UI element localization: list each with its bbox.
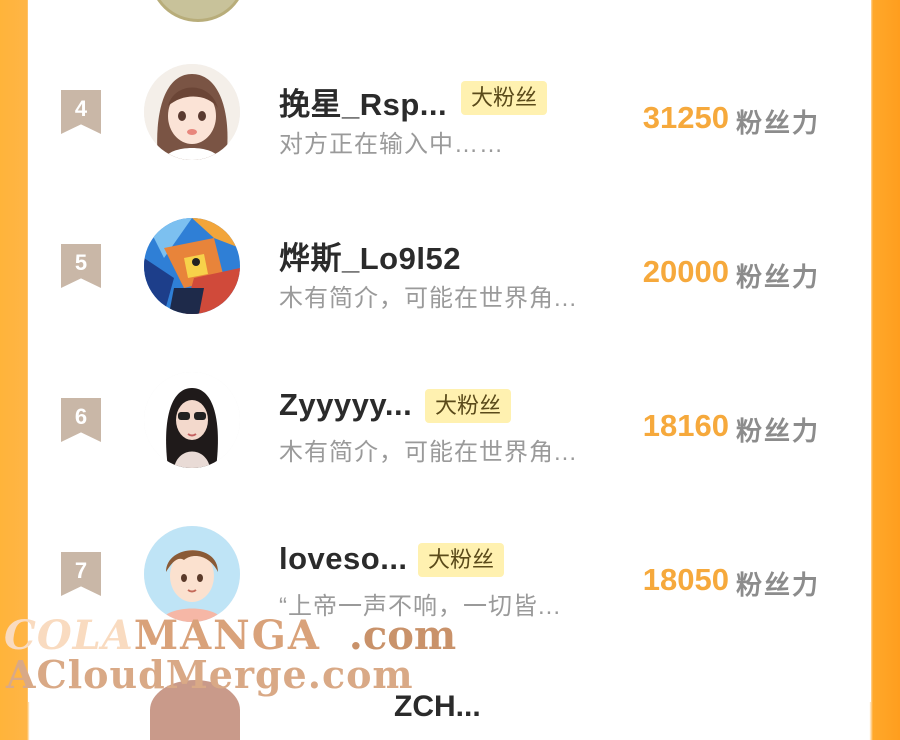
avatar-colorful-animal-icon bbox=[144, 218, 240, 314]
watermark-acloudmerge: ACloudMerge.com bbox=[6, 652, 414, 697]
fan-power-label: 粉丝力 bbox=[736, 108, 821, 138]
fan-power-score: 18050 bbox=[642, 562, 729, 597]
big-fan-badge: 大粉丝 bbox=[461, 81, 548, 115]
avatar-anime-girl-icon bbox=[144, 64, 240, 160]
user-name[interactable]: loveso... bbox=[279, 541, 408, 577]
user-bio: 木有简介，可能在世界角... bbox=[279, 439, 578, 466]
rank-tag: 4 bbox=[61, 90, 101, 134]
rank-tag: 5 bbox=[61, 244, 101, 288]
fan-power-label: 粉丝力 bbox=[736, 416, 821, 446]
avatar[interactable] bbox=[144, 372, 240, 468]
rank-tag: 6 bbox=[61, 398, 101, 442]
avatar[interactable] bbox=[144, 64, 240, 160]
rank-tag: 7 bbox=[61, 552, 101, 596]
avatar[interactable] bbox=[144, 218, 240, 314]
user-name[interactable]: 烨斯_Lo9l52 bbox=[279, 233, 461, 278]
fan-power-score: 31250 bbox=[642, 100, 729, 135]
avatar-anime-boy-icon bbox=[144, 526, 240, 622]
fan-power-label: 粉丝力 bbox=[736, 262, 821, 292]
avatar[interactable] bbox=[144, 526, 240, 622]
fan-ranking-list: 4 挽星_Rsp... 大粉丝 对方正在输入中…… 31250 粉丝力 5 烨斯… bbox=[28, 0, 871, 740]
fan-power-score: 18160 bbox=[642, 408, 729, 443]
fan-power-score: 20000 bbox=[642, 254, 729, 289]
list-item[interactable]: 5 烨斯_Lo9l52 木有简介，可能在世界角... 20000 粉丝力 bbox=[28, 206, 871, 326]
big-fan-badge: 大粉丝 bbox=[418, 543, 505, 577]
avatar-partial-top[interactable] bbox=[150, 0, 246, 22]
big-fan-badge: 大粉丝 bbox=[425, 389, 512, 423]
user-name[interactable]: 挽星_Rsp... bbox=[279, 79, 447, 124]
list-item[interactable]: 6 Zyyyyy... 大粉丝 木有简介，可能在世界角... 18160 粉丝力 bbox=[28, 360, 871, 480]
list-item[interactable]: 4 挽星_Rsp... 大粉丝 对方正在输入中…… 31250 粉丝力 bbox=[28, 52, 871, 172]
user-bio: 木有简介，可能在世界角... bbox=[279, 285, 578, 312]
fan-power-label: 粉丝力 bbox=[736, 570, 821, 600]
avatar-girl-sunglasses-icon bbox=[144, 372, 240, 468]
user-name[interactable]: Zyyyyy... bbox=[279, 387, 412, 423]
user-bio: 对方正在输入中…… bbox=[279, 131, 504, 158]
